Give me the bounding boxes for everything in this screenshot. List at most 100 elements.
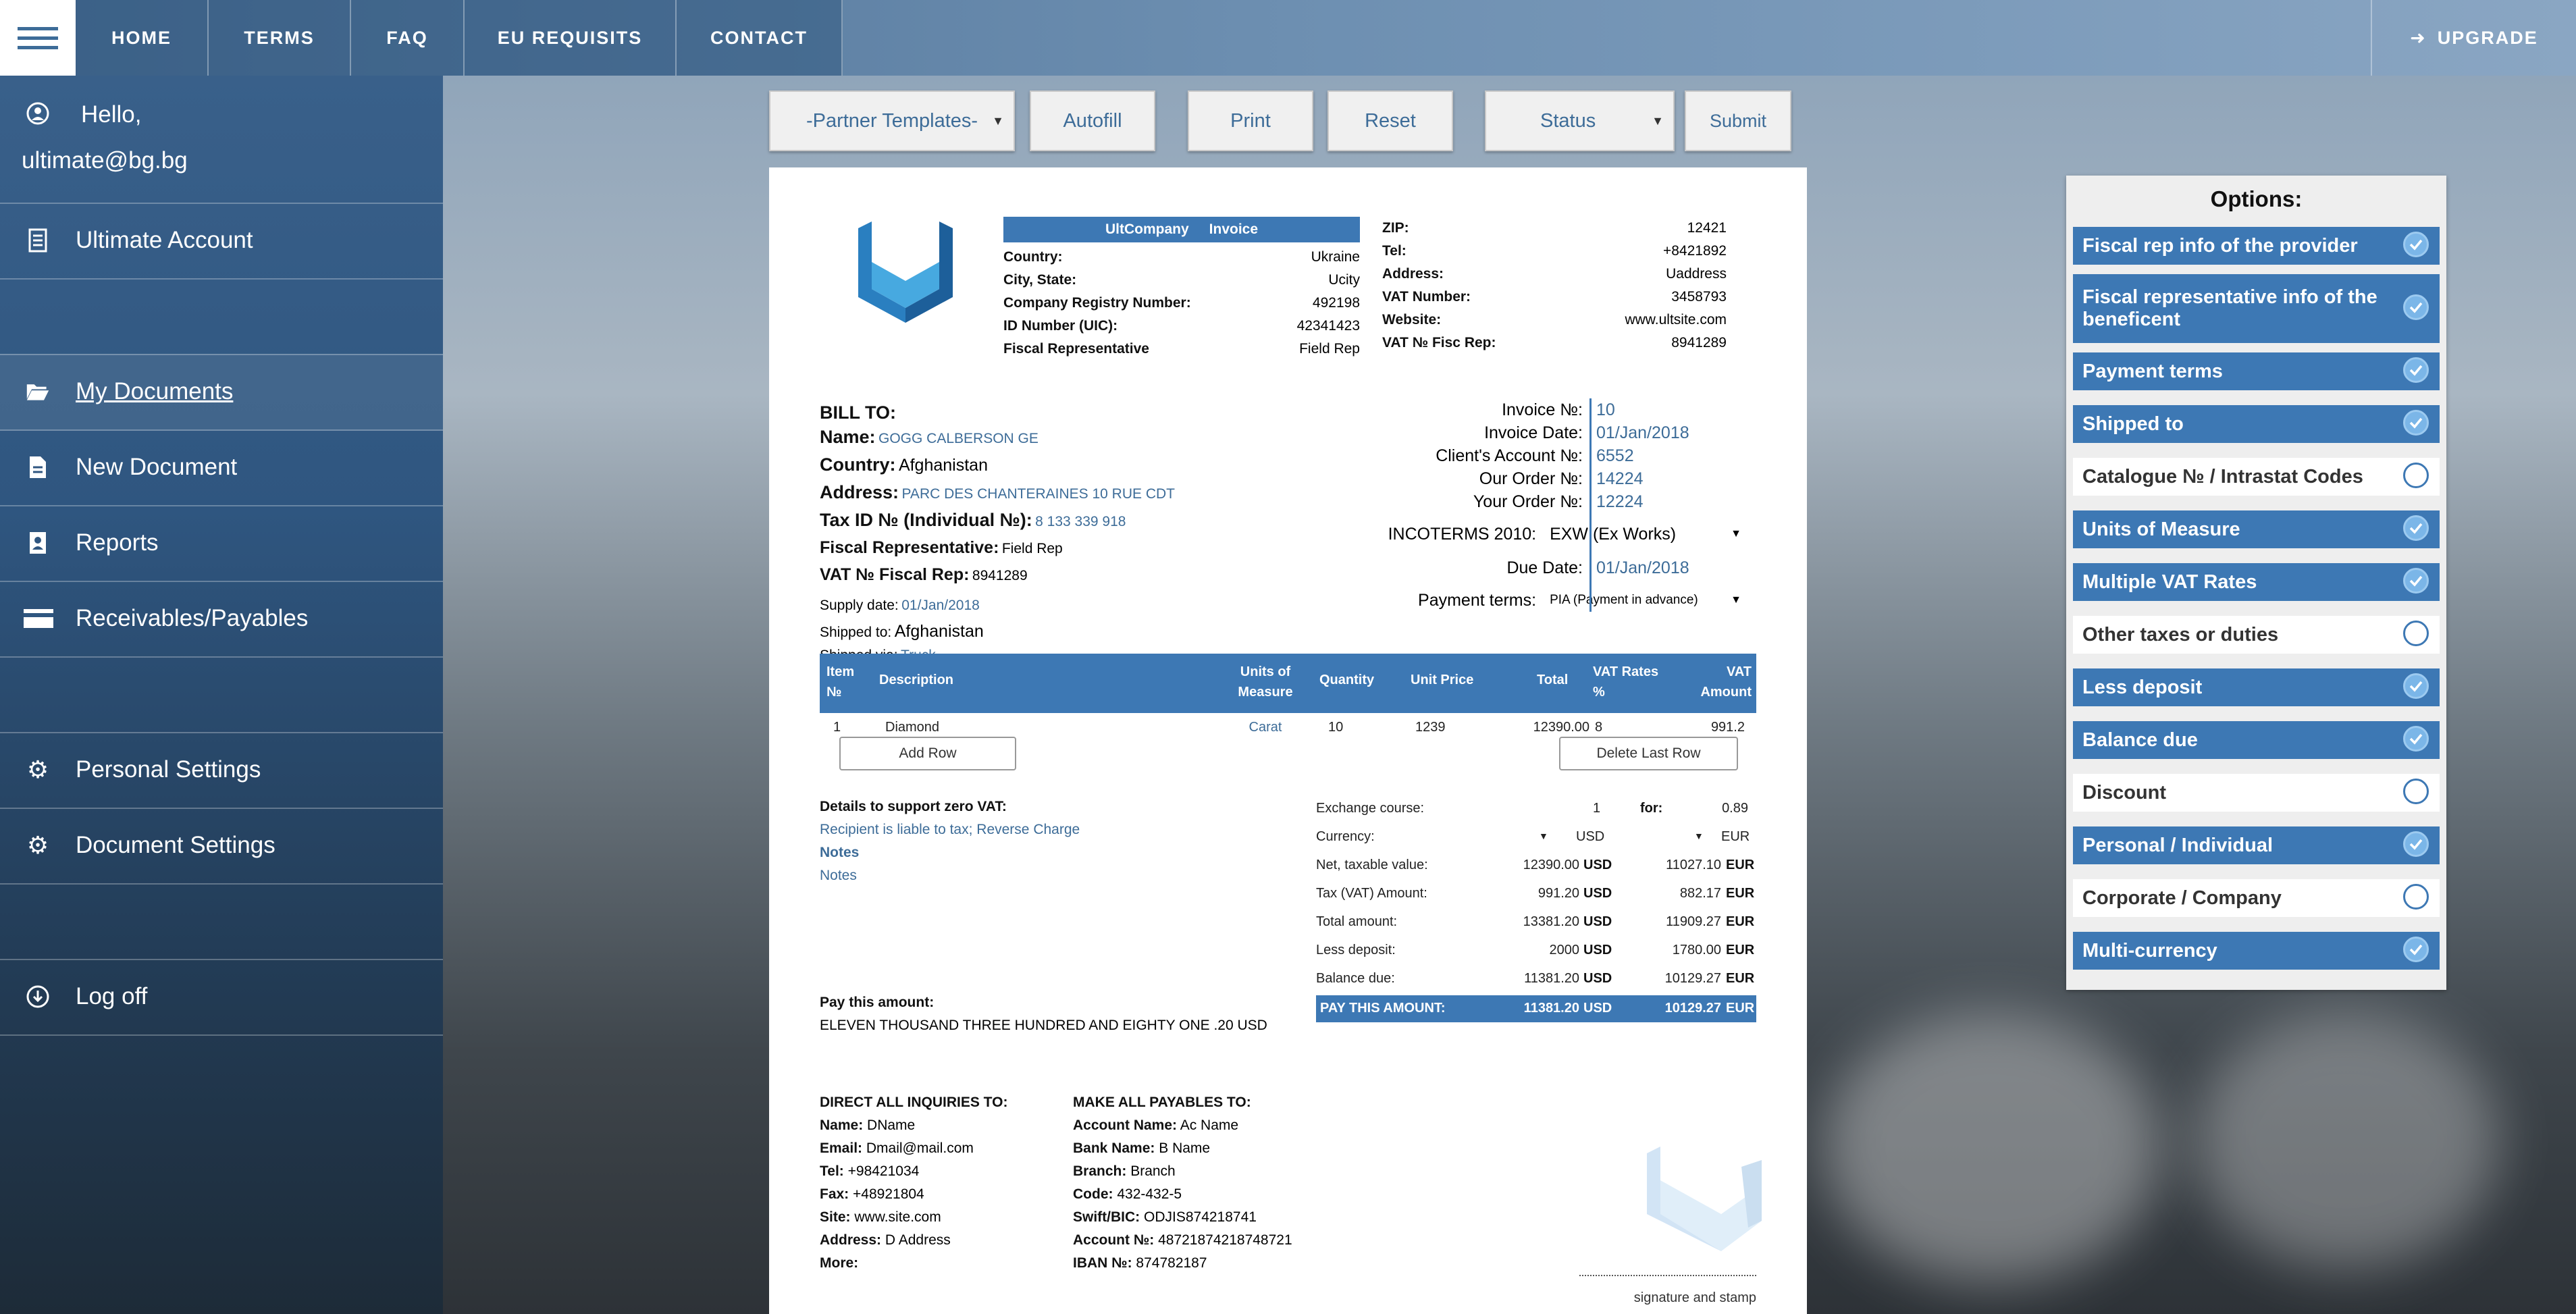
sidebar-item-document-settings[interactable]: ⚙ Document Settings [0,808,443,885]
option-item[interactable]: Less deposit [2073,668,2440,706]
check-icon[interactable] [2403,357,2429,383]
supply-date[interactable]: 01/Jan/2018 [901,598,980,613]
sidebar-item-receivables[interactable]: Receivables/Payables [0,581,443,658]
option-item[interactable]: Corporate / Company [2073,879,2440,917]
sidebar: Hello, ultimate@bg.bg Ultimate Account M… [0,76,443,1314]
option-item[interactable]: Catalogue № / Intrastat Codes [2073,458,2440,496]
currency-select-1[interactable]: USD [1576,829,1604,845]
item-description[interactable]: Diamond [885,720,939,735]
bill-to-address[interactable]: PARC DES CHANTERAINES 10 RUE CDT [901,486,1175,502]
sidebar-item-reports[interactable]: Reports [0,505,443,582]
status-select[interactable]: Status ▼ [1485,90,1675,151]
option-item[interactable]: Fiscal rep info of the provider [2073,227,2440,265]
field-value[interactable]: +98421034 [848,1163,920,1179]
sidebar-item-log-off[interactable]: Log off [0,959,443,1036]
delete-row-button[interactable]: Delete Last Row [1559,737,1738,770]
menu-icon[interactable] [0,0,76,76]
item-quantity[interactable]: 10 [1328,720,1343,735]
zero-vat-text[interactable]: Recipient is liable to tax; Reverse Char… [820,818,1080,841]
item-vat-amount[interactable]: 991.2 [1691,720,1745,735]
check-icon[interactable] [2403,673,2429,699]
field-value[interactable]: www.site.com [854,1209,941,1225]
payment-terms-select[interactable]: PIA (Payment in advance) ▼ [1550,589,1741,612]
item-unit-price[interactable]: 1239 [1415,720,1446,735]
item-vat-rate[interactable]: 8 [1595,720,1602,735]
sidebar-item-new-document[interactable]: New Document [0,429,443,506]
unchecked-circle-icon[interactable] [2403,621,2429,646]
sidebar-item-account[interactable]: Ultimate Account [0,203,443,280]
option-item[interactable]: Fiscal representative info of the benefi… [2073,274,2440,343]
option-item[interactable]: Shipped to [2073,405,2440,443]
bill-to-taxid[interactable]: 8 133 339 918 [1035,514,1126,529]
field-value[interactable]: DName [867,1118,915,1133]
invoice-date[interactable]: 01/Jan/2018 [1596,421,1689,444]
for-value[interactable]: 0.89 [1714,801,1748,816]
partner-templates-select[interactable]: -Partner Templates- ▼ [769,90,1015,151]
field-value[interactable]: +48921804 [853,1186,924,1202]
field-value[interactable]: Dmail@mail.com [866,1140,974,1156]
currency-select-2[interactable]: EUR [1721,829,1750,845]
field-value[interactable]: 874782187 [1136,1255,1207,1271]
sidebar-item-my-documents[interactable]: My Documents [0,354,443,431]
due-date[interactable]: 01/Jan/2018 [1596,556,1689,579]
check-icon[interactable] [2403,410,2429,436]
option-item[interactable]: Personal / Individual [2073,826,2440,864]
option-item[interactable]: Units of Measure [2073,510,2440,548]
column-header: Units of Measure [1238,664,1293,700]
print-button[interactable]: Print [1188,90,1313,151]
field-value[interactable]: Branch [1130,1163,1176,1179]
bill-to-name[interactable]: GOGG CALBERSON GE [878,431,1039,446]
upgrade-button[interactable]: ➜ UPGRADE [2371,0,2576,76]
nav-terms[interactable]: TERMS [209,0,351,76]
item-number[interactable]: 1 [833,720,841,735]
our-order[interactable]: 14224 [1596,467,1644,490]
nav-home[interactable]: HOME [76,0,209,76]
check-icon[interactable] [2403,294,2429,320]
nav-contact[interactable]: CONTACT [677,0,843,76]
field-value[interactable]: D Address [885,1232,951,1248]
reset-button[interactable]: Reset [1328,90,1453,151]
total-value[interactable]: 2000 [1485,943,1580,958]
invoice-number[interactable]: 10 [1596,398,1615,421]
notes-field[interactable]: Notes [820,864,1080,887]
check-icon[interactable] [2403,831,2429,857]
incoterms-select[interactable]: EXW (Ex Works) ▼ [1550,523,1741,546]
field-value[interactable]: Ac Name [1180,1118,1238,1133]
document-icon [26,455,50,479]
client-account[interactable]: 6552 [1596,444,1634,467]
check-icon[interactable] [2403,937,2429,962]
field-value[interactable]: B Name [1159,1140,1210,1156]
option-item[interactable]: Discount [2073,774,2440,812]
bill-to-vat-fisc[interactable]: 8941289 [972,568,1028,583]
nav-eu-requisits[interactable]: EU REQUISITS [465,0,677,76]
option-item[interactable]: Payment terms [2073,352,2440,390]
sidebar-item-personal-settings[interactable]: ⚙ Personal Settings [0,732,443,809]
option-item[interactable]: Balance due [2073,721,2440,759]
check-icon[interactable] [2403,515,2429,541]
add-row-button[interactable]: Add Row [839,737,1016,770]
unchecked-circle-icon[interactable] [2403,884,2429,910]
autofill-button[interactable]: Autofill [1030,90,1155,151]
field-value[interactable]: 48721874218748721 [1158,1232,1292,1248]
exchange-value[interactable]: 1 [1593,801,1600,816]
unchecked-circle-icon[interactable] [2403,779,2429,804]
bill-to-fiscal-rep[interactable]: Field Rep [1002,541,1063,556]
user-greeting: Hello, ultimate@bg.bg [0,76,443,204]
nav-faq[interactable]: FAQ [351,0,465,76]
submit-button[interactable]: Submit [1685,90,1791,151]
option-item[interactable]: Multiple VAT Rates [2073,563,2440,601]
item-total[interactable]: 12390.00 [1522,720,1589,735]
bill-to-country[interactable]: Afghanistan [899,456,988,475]
field-value: 492198 [1312,295,1360,311]
field-value[interactable]: 432-432-5 [1117,1186,1182,1202]
field-value[interactable]: ODJIS874218741 [1144,1209,1257,1225]
option-item[interactable]: Other taxes or duties [2073,616,2440,654]
check-icon[interactable] [2403,568,2429,594]
check-icon[interactable] [2403,726,2429,752]
option-item[interactable]: Multi-currency [2073,932,2440,970]
item-units[interactable]: Carat [1225,720,1306,735]
unchecked-circle-icon[interactable] [2403,463,2429,488]
shipped-to[interactable]: Afghanistan [895,622,984,641]
check-icon[interactable] [2403,232,2429,257]
your-order[interactable]: 12224 [1596,490,1644,513]
